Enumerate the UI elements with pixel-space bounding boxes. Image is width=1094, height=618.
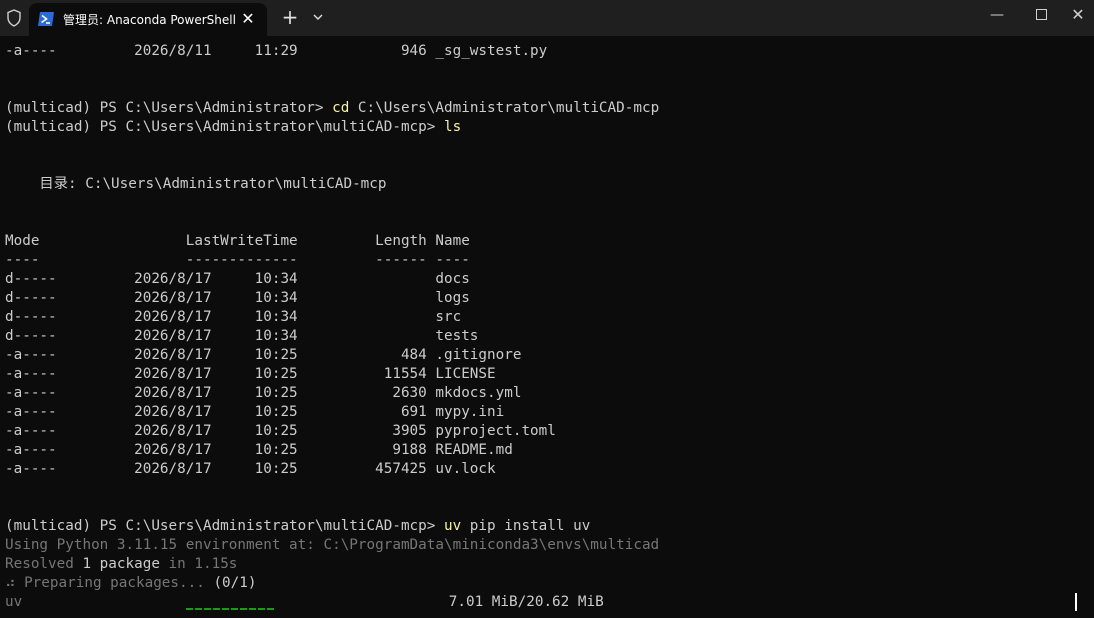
prompt-text: (multicad) PS C:\Users\Administrator> (5, 100, 333, 116)
output-text: -a---- 2026/8/17 10:25 691 mypy.ini (5, 404, 505, 420)
powershell-icon (38, 12, 54, 26)
output-text: -a---- 2026/8/17 10:25 457425 uv.lock (5, 461, 496, 477)
output-line: uv 7.01 MiB/20.62 MiB (5, 593, 1090, 612)
output-text: Mode LastWriteTime Length Name (5, 233, 470, 249)
output-text: 目录: C:\Users\Administrator\multiCAD-mcp (5, 176, 387, 192)
output-line: d----- 2026/8/17 10:34 docs (5, 270, 1090, 289)
output-line: -a---- 2026/8/17 10:25 484 .gitignore (5, 346, 1090, 365)
new-tab-button[interactable]: + (279, 6, 301, 28)
output-line: d----- 2026/8/17 10:34 src (5, 308, 1090, 327)
title-bar: 管理员: Anaconda PowerShell ✕ + — ✕ (0, 0, 1094, 36)
output-text: d----- 2026/8/17 10:34 src (5, 309, 462, 325)
highlight-text: (0/1) (213, 575, 257, 591)
output-line: -a---- 2026/8/17 10:25 9188 README.md (5, 441, 1090, 460)
output-text: -a---- 2026/8/17 10:25 2630 mkdocs.yml (5, 385, 522, 401)
output-text: d----- 2026/8/17 10:34 tests (5, 328, 479, 344)
output-line: -a---- 2026/8/17 10:25 691 mypy.ini (5, 403, 1090, 422)
progress-track (185, 593, 449, 612)
maximize-button[interactable] (1018, 0, 1064, 30)
close-button[interactable]: ✕ (1062, 0, 1094, 30)
command-text: cd (332, 100, 350, 116)
command-text: ls (443, 119, 462, 135)
output-text: -a---- 2026/8/17 10:25 484 .gitignore (5, 347, 522, 363)
output-text: Resolved (5, 556, 83, 572)
output-text: -a---- 2026/8/17 10:25 11554 LICENSE (5, 366, 496, 382)
command-text: uv (443, 518, 462, 534)
output-line: -a---- 2026/8/17 10:25 3905 pyproject.to… (5, 422, 1090, 441)
download-progress-text: 7.01 MiB/20.62 MiB (448, 594, 604, 610)
output-text: uv (5, 594, 186, 610)
output-text: d----- 2026/8/17 10:34 logs (5, 290, 470, 306)
output-line: Using Python 3.11.15 environment at: C:\… (5, 536, 1090, 555)
output-line: -a---- 2026/8/17 10:25 11554 LICENSE (5, 365, 1090, 384)
output-line: ---- ------------- ------ ---- (5, 251, 1090, 270)
output-text: -a---- 2026/8/11 11:29 946 _sg_wstest.py (5, 43, 548, 59)
output-text: d----- 2026/8/17 10:34 docs (5, 271, 470, 287)
output-text: -a---- 2026/8/17 10:25 9188 README.md (5, 442, 513, 458)
output-line: -a---- 2026/8/17 10:25 2630 mkdocs.yml (5, 384, 1090, 403)
shield-icon (7, 9, 21, 27)
output-text: ⠴ Preparing packages... (5, 575, 214, 591)
output-line: d----- 2026/8/17 10:34 logs (5, 289, 1090, 308)
tab-close-button[interactable]: ✕ (237, 8, 259, 30)
tab-title: 管理员: Anaconda PowerShell (63, 13, 236, 27)
command-args: pip install uv (461, 518, 591, 534)
highlight-text: 1 package (82, 556, 160, 572)
output-line: 目录: C:\Users\Administrator\multiCAD-mcp (5, 175, 1090, 194)
output-line: -a---- 2026/8/11 11:29 946 _sg_wstest.py (5, 42, 1090, 61)
text-cursor (1075, 593, 1077, 611)
maximize-icon (1036, 9, 1047, 20)
prompt-text: (multicad) PS C:\Users\Administrator\mul… (5, 518, 444, 534)
output-line: -a---- 2026/8/17 10:25 457425 uv.lock (5, 460, 1090, 479)
output-line: d----- 2026/8/17 10:34 tests (5, 327, 1090, 346)
progress-bar (185, 608, 276, 610)
output-line: Mode LastWriteTime Length Name (5, 232, 1090, 251)
prompt-text: (multicad) PS C:\Users\Administrator\mul… (5, 119, 444, 135)
prompt-line: (multicad) PS C:\Users\Administrator\mul… (5, 517, 1090, 536)
command-args: C:\Users\Administrator\multiCAD-mcp (349, 100, 660, 116)
output-text-rest: in 1.15s (159, 556, 238, 572)
prompt-line: (multicad) PS C:\Users\Administrator\mul… (5, 118, 1090, 137)
output-text: ---- ------------- ------ ---- (5, 252, 470, 268)
output-text: -a---- 2026/8/17 10:25 3905 pyproject.to… (5, 423, 556, 439)
minimize-button[interactable]: — (974, 0, 1020, 30)
terminal-output[interactable]: -a---- 2026/8/11 11:29 946 _sg_wstest.py… (5, 42, 1090, 618)
output-line: ⠴ Preparing packages... (0/1) (5, 574, 1090, 593)
output-line: Resolved 1 package in 1.15s (5, 555, 1090, 574)
prompt-line: (multicad) PS C:\Users\Administrator> cd… (5, 99, 1090, 118)
output-text: Using Python 3.11.15 environment at: C:\… (5, 537, 660, 553)
tab-powershell[interactable]: 管理员: Anaconda PowerShell ✕ (29, 3, 267, 36)
chevron-down-icon[interactable] (309, 8, 327, 26)
